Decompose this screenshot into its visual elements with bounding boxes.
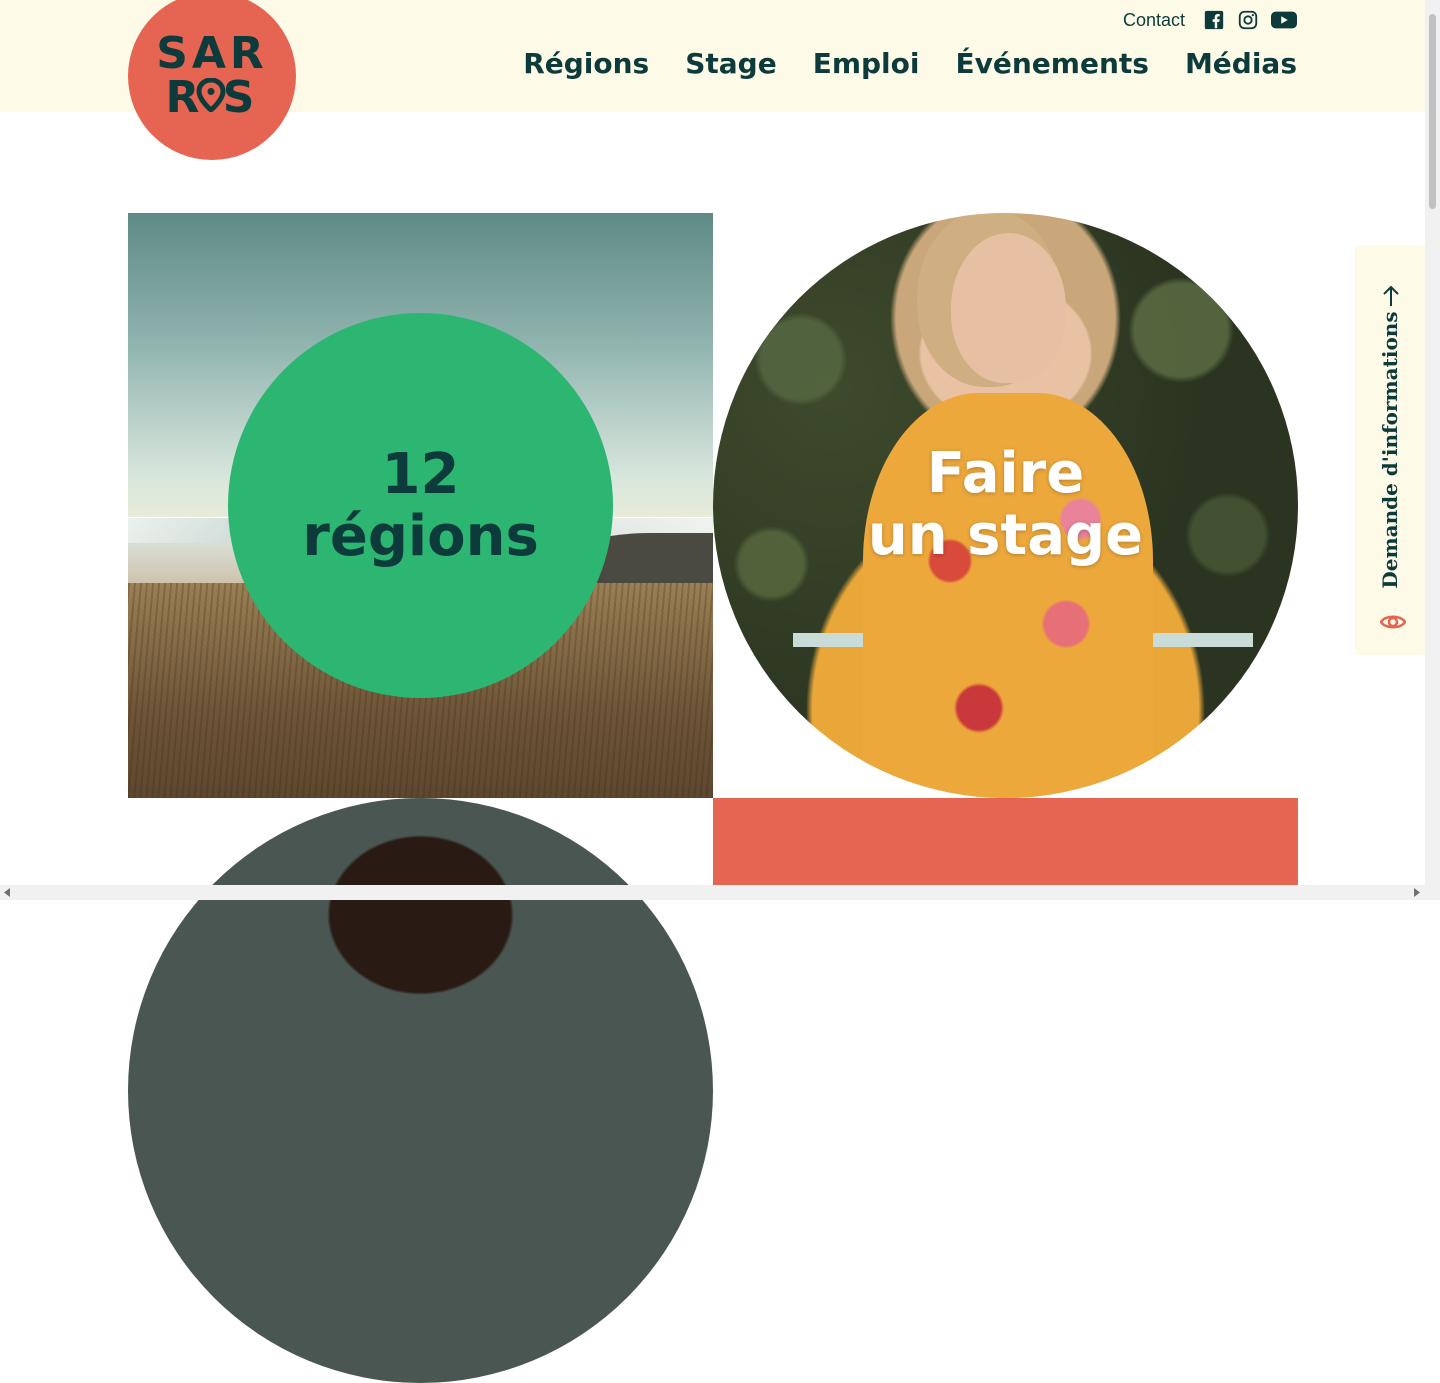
utility-bar: Contact xyxy=(1123,8,1297,32)
youtube-icon[interactable] xyxy=(1271,9,1297,31)
vertical-scrollbar[interactable] xyxy=(1425,0,1440,885)
facebook-icon[interactable] xyxy=(1203,9,1225,31)
regions-badge: 12 régions xyxy=(228,313,613,698)
scrollbar-thumb[interactable] xyxy=(1429,14,1436,209)
eye-icon xyxy=(1380,615,1406,629)
stage-heading: Faire un stage xyxy=(867,441,1144,568)
nav-stage[interactable]: Stage xyxy=(685,44,776,84)
info-request-label: Demande d'informations xyxy=(1378,311,1402,589)
nav-evenements[interactable]: Événements xyxy=(955,44,1148,84)
sarros-logo[interactable]: SAR R S xyxy=(128,0,296,160)
map-pin-icon xyxy=(196,78,226,112)
stage-tile[interactable]: Faire un stage xyxy=(713,213,1298,798)
arrow-up-icon xyxy=(1383,285,1399,306)
nav-regions[interactable]: Régions xyxy=(523,44,649,84)
logo-text-top: SAR xyxy=(156,28,268,79)
contact-link[interactable]: Contact xyxy=(1123,10,1185,31)
regions-tile[interactable]: 12 régions xyxy=(128,213,713,798)
scroll-right-icon[interactable] xyxy=(1413,888,1421,897)
instagram-icon[interactable] xyxy=(1237,9,1259,31)
coral-tile[interactable] xyxy=(713,798,1298,885)
main-nav: Régions Stage Emploi Événements Médias xyxy=(523,44,1297,84)
nav-emploi[interactable]: Emploi xyxy=(813,44,920,84)
scroll-left-icon[interactable] xyxy=(3,888,11,897)
regions-count: 12 xyxy=(381,441,460,507)
horizontal-scrollbar[interactable] xyxy=(0,885,1425,900)
info-request-tab[interactable]: Demande d'informations xyxy=(1355,245,1425,655)
nav-medias[interactable]: Médias xyxy=(1185,44,1297,84)
regions-label: régions xyxy=(302,503,539,569)
